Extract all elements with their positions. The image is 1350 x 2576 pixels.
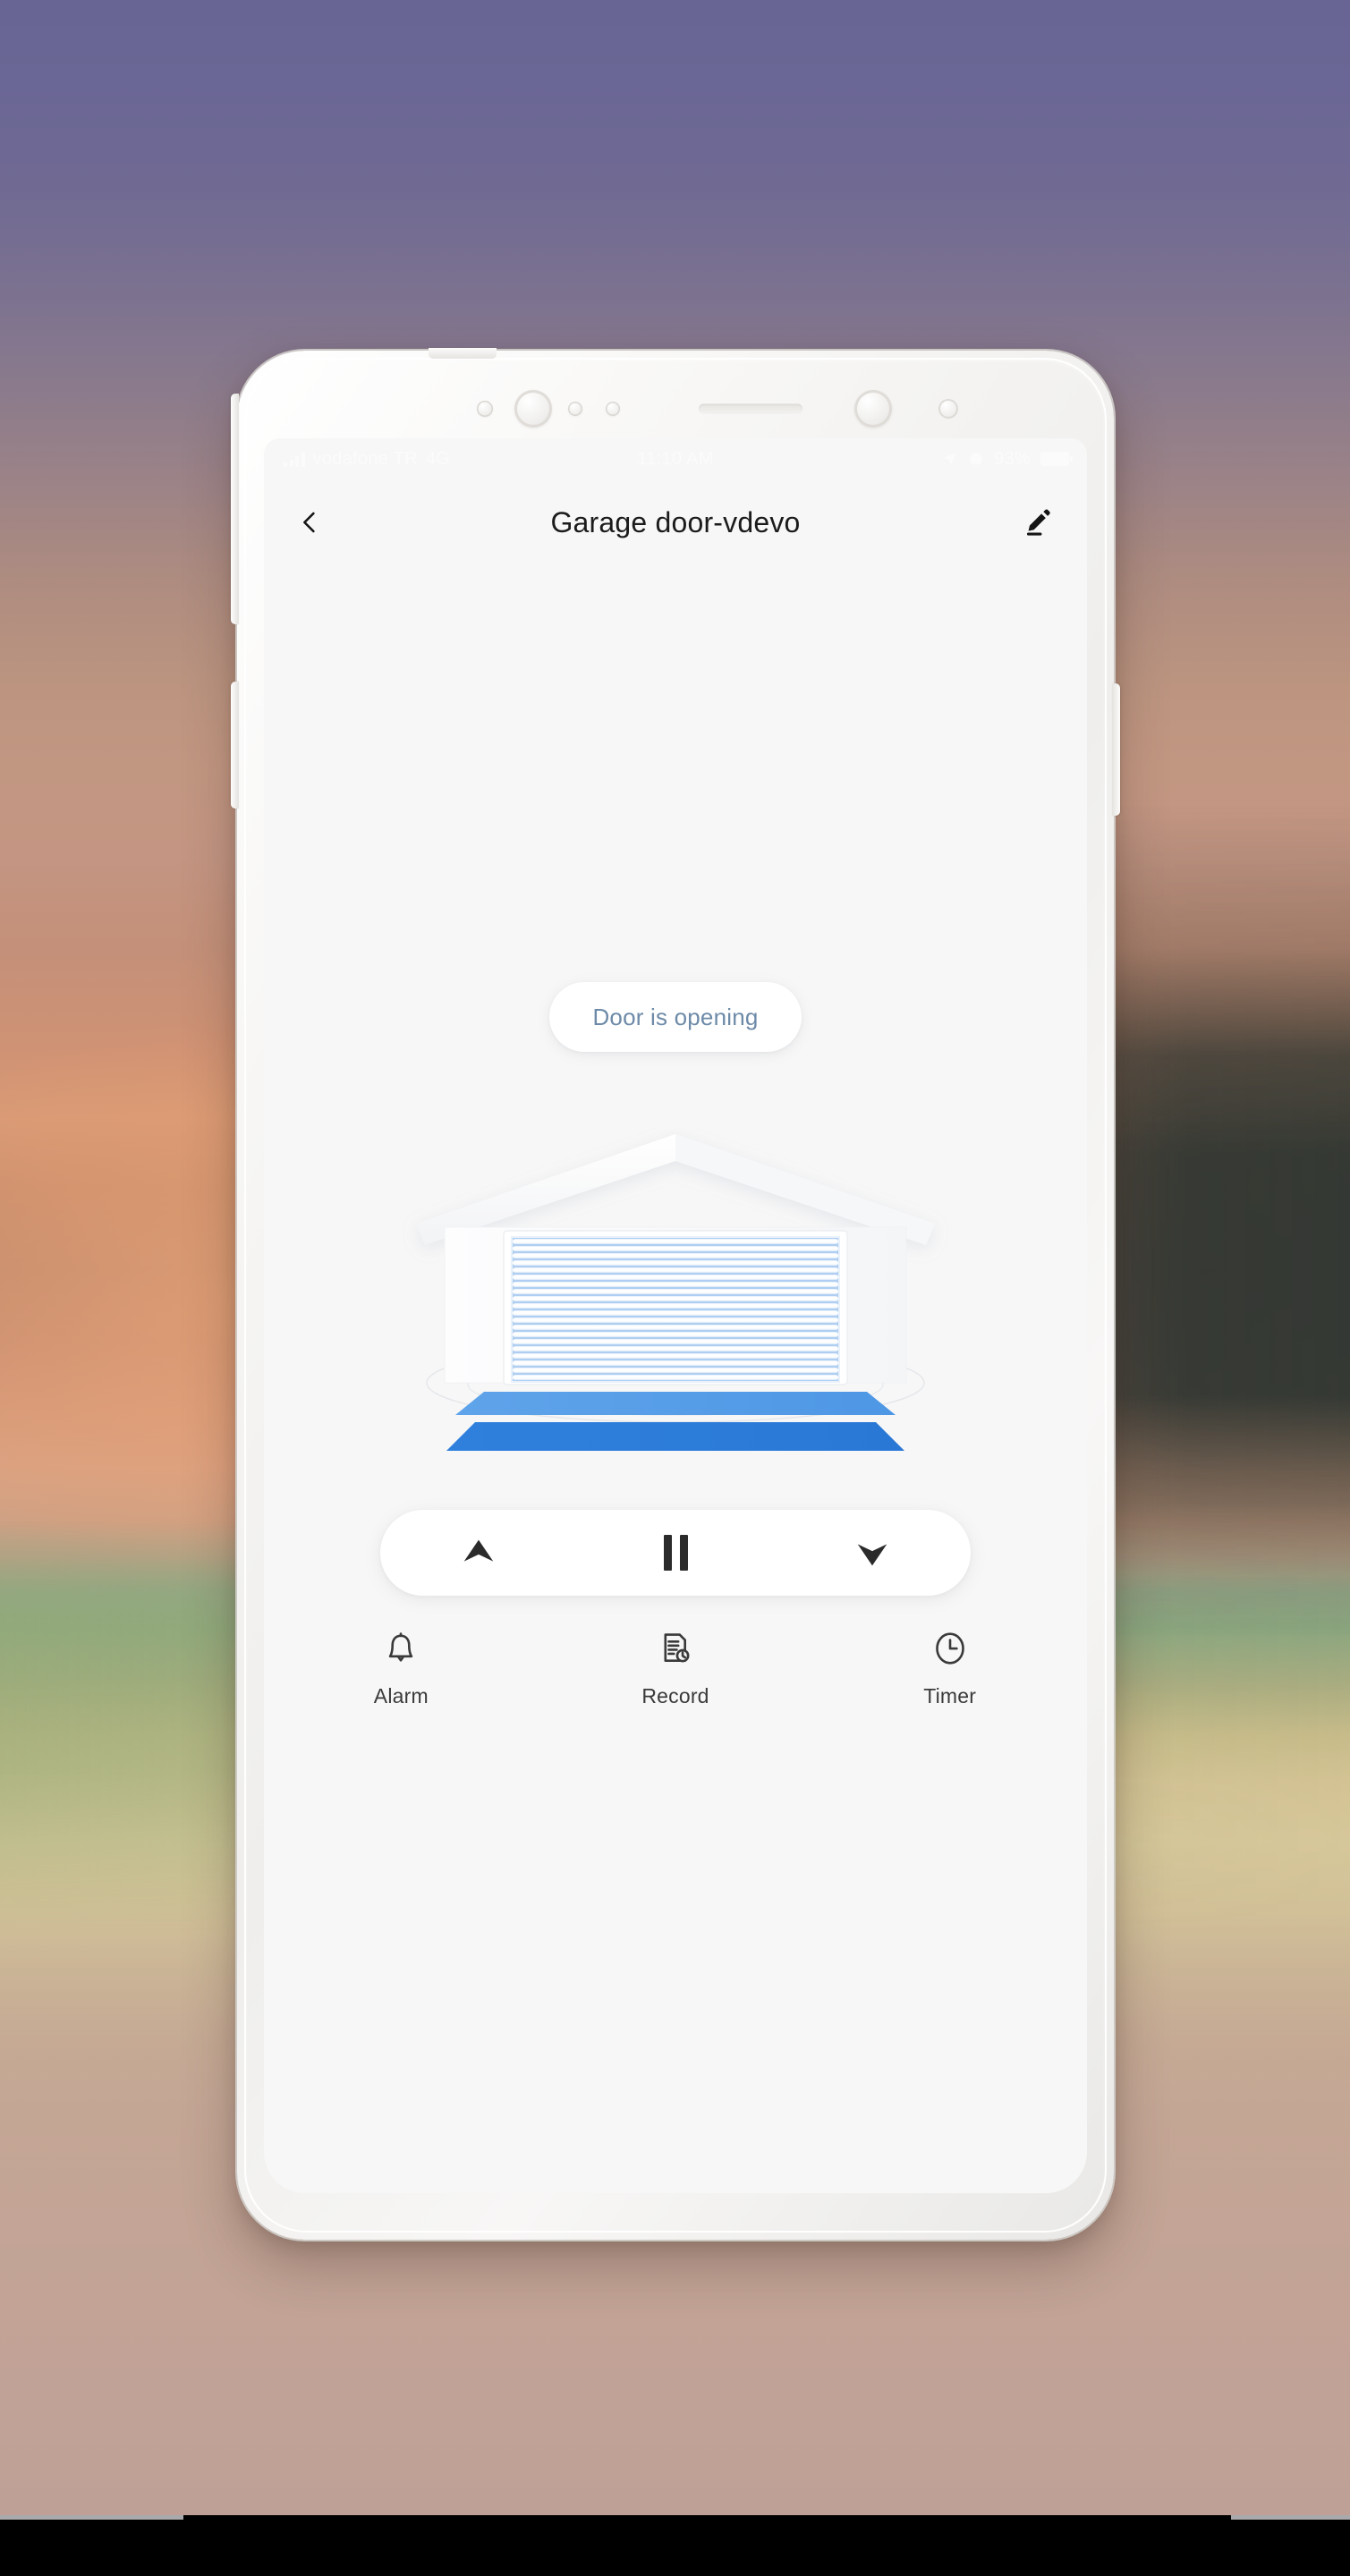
front-camera-icon [854,390,892,428]
screen-bottom-black-bar [0,2515,1350,2576]
bell-icon [380,1628,421,1669]
phone-screen: vodafone TR 4G 11:10 AM 93% Garage door-… [264,438,1087,2193]
status-bar: vodafone TR 4G 11:10 AM 93% [264,438,1087,479]
open-button[interactable] [380,1510,577,1596]
status-bar-clock: 11:10 AM [637,448,714,469]
tab-record[interactable]: Record [539,1628,813,1708]
garage-door-graphic [416,1134,935,1451]
clock-icon [930,1628,971,1669]
iris-scanner-icon [514,390,552,428]
proximity-sensor-icon [477,401,493,417]
pencil-edit-icon [1026,509,1050,536]
tab-timer[interactable]: Timer [812,1628,1087,1708]
document-clock-icon [655,1628,696,1669]
secondary-sensor-icon [938,399,958,419]
earpiece-speaker [699,403,802,414]
tab-alarm[interactable]: Alarm [264,1628,539,1708]
pause-button[interactable] [577,1510,774,1596]
feature-tab-bar: Alarm Record Timer [264,1628,1087,1708]
status-badge: Door is opening [549,982,802,1052]
tab-record-label: Record [641,1684,709,1707]
sensor-cluster [237,388,1114,429]
power-button[interactable] [1112,683,1120,816]
light-sensor-icon [568,402,582,416]
phone-antenna-notch [429,348,497,359]
bottom-bar-left-edge [0,2515,183,2520]
door-control-bar [380,1510,971,1596]
chevron-down-icon [857,1544,887,1566]
page-title: Garage door-vdevo [550,505,801,538]
pause-icon [663,1535,688,1571]
tab-alarm-label: Alarm [373,1684,429,1707]
battery-icon [1040,452,1073,466]
bottom-bar-right-edge [1231,2515,1350,2520]
chevron-up-icon [463,1539,494,1562]
app-header: Garage door-vdevo [264,479,1087,565]
assistant-button[interactable] [231,682,239,809]
tab-timer-label: Timer [923,1684,977,1707]
garage-door-illustration [398,1127,953,1467]
back-button[interactable] [276,489,343,555]
back-chevron-icon [303,512,315,533]
phone-device: vodafone TR 4G 11:10 AM 93% Garage door-… [231,348,1120,2240]
close-button[interactable] [774,1510,971,1596]
led-indicator-icon [606,402,620,416]
edit-device-button[interactable] [1008,493,1067,552]
